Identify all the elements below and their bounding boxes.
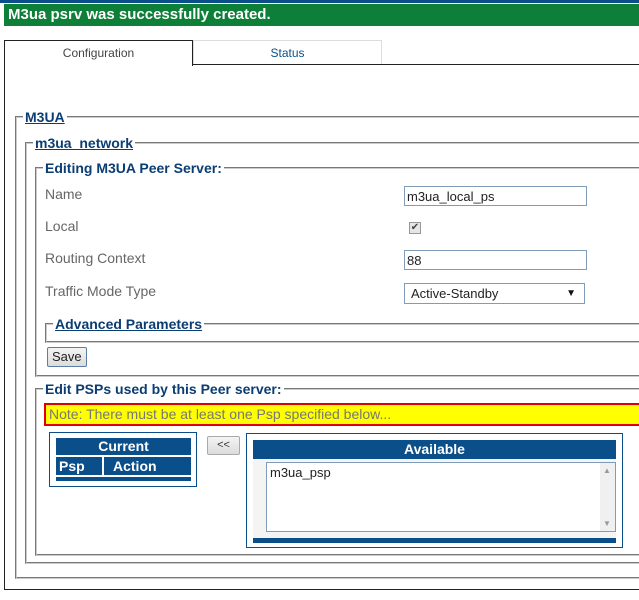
psp-column-header: Psp [56, 457, 102, 475]
available-psp-listbox[interactable]: m3ua_psp ▲ ▼ [266, 462, 616, 532]
traffic-mode-label: Traffic Mode Type [45, 283, 157, 299]
tab-configuration[interactable]: Configuration [4, 40, 193, 66]
available-table-footer [253, 538, 616, 543]
traffic-mode-value: Active-Standby [411, 286, 499, 301]
list-item[interactable]: m3ua_psp [270, 465, 331, 480]
move-to-current-button[interactable]: << [207, 436, 240, 455]
current-psp-table: Current Psp Action [49, 432, 197, 487]
tab-bar: Configuration Status [4, 40, 639, 66]
m3ua-link[interactable]: M3UA [25, 109, 65, 125]
m3ua-legend: M3UA [23, 109, 67, 125]
advanced-parameters-fieldset: Advanced Parameters [45, 316, 639, 343]
success-banner: M3ua psrv was successfully created. [4, 4, 639, 26]
routing-context-label: Routing Context [45, 250, 146, 266]
network-legend: m3ua_network [33, 135, 135, 151]
routing-context-input[interactable] [404, 250, 587, 270]
network-link[interactable]: m3ua_network [35, 135, 133, 151]
edit-peer-server-legend: Editing M3UA Peer Server: [45, 160, 222, 176]
name-label: Name [45, 186, 83, 202]
available-psp-table: Available m3ua_psp ▲ ▼ [246, 433, 623, 548]
scroll-up-icon[interactable]: ▲ [603, 466, 611, 475]
action-column-header: Action [104, 457, 191, 475]
advanced-parameters-legend: Advanced Parameters [53, 316, 204, 332]
edit-psps-legend: Edit PSPs used by this Peer server: [45, 381, 282, 397]
traffic-mode-select[interactable]: Active-Standby ▼ [404, 283, 585, 304]
local-label: Local [45, 218, 79, 234]
current-table-title: Current [56, 438, 191, 455]
available-table-title: Available [253, 440, 616, 459]
psp-warning-note: Note: There must be at least one Psp spe… [44, 403, 639, 426]
advanced-parameters-link[interactable]: Advanced Parameters [55, 316, 202, 332]
name-input[interactable] [404, 186, 587, 206]
save-button[interactable]: Save [47, 347, 87, 367]
current-table-footer [56, 477, 191, 481]
available-table-body: m3ua_psp ▲ ▼ [253, 459, 616, 539]
local-checkbox[interactable]: ✔ [409, 222, 421, 234]
listbox-scrollbar[interactable]: ▲ ▼ [600, 463, 615, 531]
scroll-down-icon[interactable]: ▼ [603, 519, 611, 528]
tab-status[interactable]: Status [193, 40, 382, 65]
dropdown-arrow-icon: ▼ [566, 288, 576, 299]
top-accent-bar [0, 0, 639, 3]
